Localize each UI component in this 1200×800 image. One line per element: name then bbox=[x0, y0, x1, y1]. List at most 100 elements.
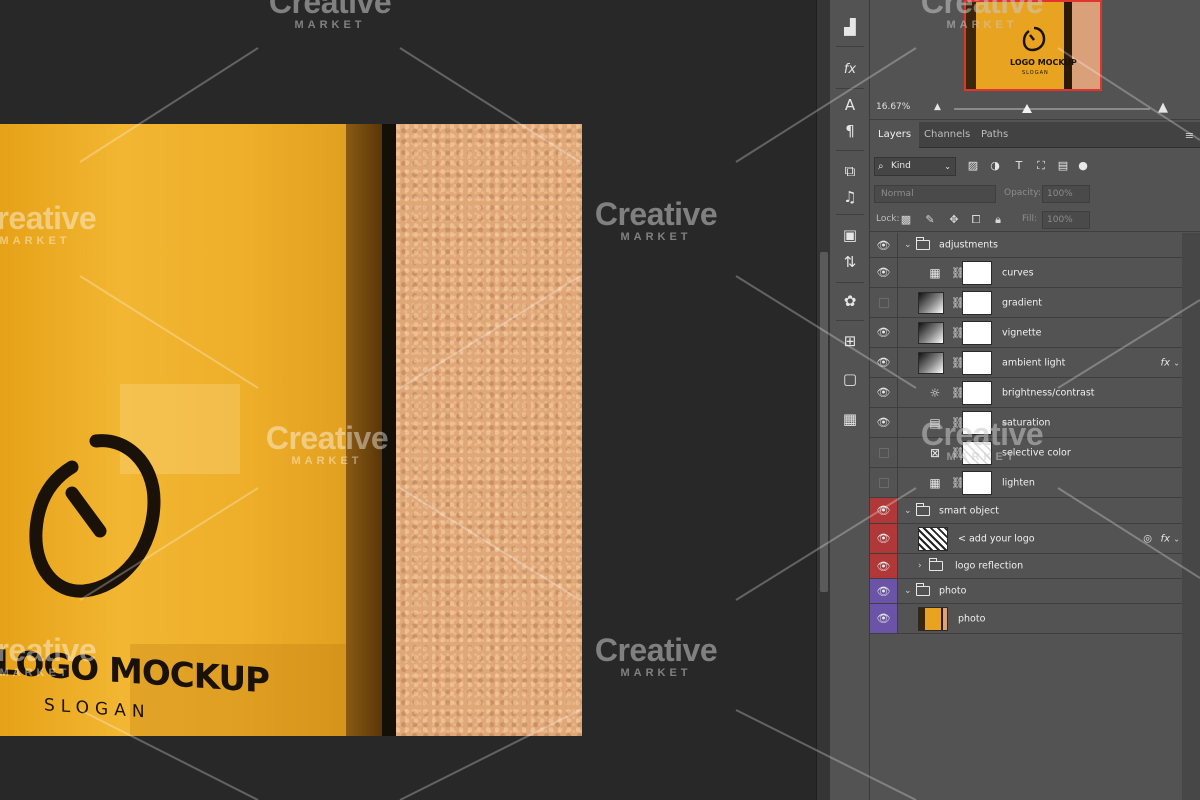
zoom-slider-handle[interactable] bbox=[1022, 104, 1032, 113]
filter-adjustment-icon[interactable]: ◑ bbox=[988, 158, 1002, 174]
layer-name: smart object bbox=[939, 505, 999, 516]
eye-icon[interactable]: 👁︎ bbox=[870, 524, 898, 553]
zoom-out-icon[interactable]: ▲ bbox=[934, 102, 941, 112]
navigator-preview[interactable]: LOGO MOCKUP SLOGAN bbox=[964, 0, 1102, 91]
document-image[interactable]: LOGO MOCKUP SLOGAN CreativeMARKET Creati… bbox=[0, 124, 582, 736]
folder-icon bbox=[916, 583, 930, 596]
layer-row[interactable]: ⛓︎ gradient bbox=[870, 288, 1182, 318]
layer-name: gradient bbox=[1002, 297, 1043, 308]
layer-row[interactable]: 👁︎ ▤ ⛓︎ saturation bbox=[870, 408, 1182, 438]
filter-shape-icon[interactable]: ⛶ bbox=[1034, 158, 1048, 174]
visibility-toggle[interactable] bbox=[870, 438, 898, 467]
eye-icon[interactable]: 👁︎ bbox=[870, 318, 898, 347]
eye-icon[interactable]: 👁︎ bbox=[870, 348, 898, 377]
zoom-slider-track[interactable] bbox=[954, 108, 1150, 110]
panel-menu-icon[interactable]: ≡ bbox=[1185, 129, 1194, 142]
filter-toggle-icon[interactable]: ● bbox=[1076, 158, 1090, 174]
folder-icon bbox=[916, 237, 930, 250]
gradient-thumbnail bbox=[918, 351, 944, 374]
layers-scrollbar[interactable] bbox=[1182, 233, 1200, 800]
layer-mask-thumbnail[interactable] bbox=[962, 290, 992, 315]
visibility-toggle[interactable] bbox=[870, 468, 898, 497]
zoom-level[interactable]: 16.67% bbox=[876, 102, 910, 112]
canvas-scrollbar[interactable] bbox=[816, 0, 830, 800]
opacity-input[interactable]: 100% bbox=[1042, 185, 1090, 203]
lock-move-icon[interactable]: ✥ bbox=[946, 211, 962, 229]
chevron-down-icon[interactable]: ⌄ bbox=[1173, 534, 1180, 543]
layer-row[interactable]: 👁︎ photo bbox=[870, 604, 1182, 634]
lock-transparent-icon[interactable]: ▩ bbox=[898, 211, 914, 229]
layer-mask-thumbnail[interactable] bbox=[962, 440, 992, 465]
tab-channels[interactable]: Channels bbox=[916, 122, 978, 148]
layer-mask-thumbnail[interactable] bbox=[962, 350, 992, 375]
adjustments-icon[interactable]: ⊞ bbox=[838, 330, 862, 352]
layer-name: lighten bbox=[1002, 477, 1035, 488]
layer-row[interactable]: 👁︎ ⛓︎ vignette bbox=[870, 318, 1182, 348]
fx-icon[interactable]: fx bbox=[1161, 357, 1170, 368]
fx-icon[interactable]: fx bbox=[838, 58, 862, 80]
layer-mask-thumbnail[interactable] bbox=[962, 380, 992, 405]
layer-row[interactable]: 👁︎ ☼ ⛓︎ brightness/contrast bbox=[870, 378, 1182, 408]
thumb-logo-icon bbox=[1022, 26, 1046, 52]
chevron-right-icon[interactable]: › bbox=[918, 561, 922, 571]
layer-row[interactable]: 👁︎ ⌄ photo bbox=[870, 579, 1182, 604]
eye-icon[interactable]: 👁︎ bbox=[870, 604, 898, 633]
zoom-in-icon[interactable]: ▲ bbox=[1158, 100, 1168, 115]
color-palette-icon[interactable]: ✿ bbox=[838, 290, 862, 312]
smart-object-thumbnail[interactable] bbox=[918, 526, 948, 551]
layer-name: curves bbox=[1002, 267, 1034, 278]
eye-icon[interactable]: 👁︎ bbox=[870, 579, 898, 603]
layer-row[interactable]: 👁︎ › logo reflection bbox=[870, 554, 1182, 579]
tab-paths[interactable]: Paths bbox=[973, 122, 1016, 148]
layer-row[interactable]: 👁︎ ⌄ adjustments bbox=[870, 233, 1182, 258]
eye-icon[interactable]: 👁︎ bbox=[870, 554, 898, 578]
visibility-toggle[interactable] bbox=[870, 288, 898, 317]
paragraph-icon[interactable]: ¶ bbox=[838, 120, 862, 142]
folder-icon bbox=[929, 558, 943, 571]
layer-mask-thumbnail[interactable] bbox=[962, 470, 992, 495]
eye-icon[interactable]: 👁︎ bbox=[870, 378, 898, 407]
filter-pixel-icon[interactable]: ▨ bbox=[966, 158, 980, 174]
eye-icon[interactable]: 👁︎ bbox=[870, 408, 898, 437]
glyphs-icon[interactable]: ♫ bbox=[838, 186, 862, 208]
chevron-down-icon[interactable]: ⌄ bbox=[904, 586, 912, 596]
eye-icon[interactable]: 👁︎ bbox=[870, 258, 898, 287]
histogram-icon[interactable]: ▟ bbox=[838, 16, 862, 38]
lock-paint-icon[interactable]: ✎ bbox=[922, 211, 938, 229]
clone-source-icon[interactable]: ⧉ bbox=[838, 160, 862, 182]
fill-input[interactable]: 100% bbox=[1042, 211, 1090, 229]
lock-artboard-icon[interactable]: ⧠ bbox=[968, 211, 984, 229]
visibility-off-box bbox=[878, 477, 889, 488]
eye-icon[interactable]: 👁︎ bbox=[870, 498, 898, 523]
layer-row[interactable]: 👁︎ ▦ ⛓︎ curves bbox=[870, 258, 1182, 288]
image-icon[interactable]: ▣ bbox=[838, 224, 862, 246]
layer-row[interactable]: 👁︎ ⛓︎ ambient light fx ⌄ bbox=[870, 348, 1182, 378]
filter-kind-select[interactable]: ⌕ Kind ⌄ bbox=[874, 157, 956, 176]
character-icon[interactable]: A bbox=[838, 94, 862, 116]
history-icon[interactable]: ⇅ bbox=[838, 251, 862, 273]
layer-mask-thumbnail[interactable] bbox=[962, 320, 992, 345]
layer-row[interactable]: ▦ ⛓︎ lighten bbox=[870, 468, 1182, 498]
visibility-off-box bbox=[878, 297, 889, 308]
swatch-icon[interactable]: ▢ bbox=[838, 368, 862, 390]
tab-layers[interactable]: Layers bbox=[870, 122, 920, 148]
photo-thumbnail[interactable] bbox=[918, 606, 948, 631]
layer-row[interactable]: ⊠ ⛓︎ selective color bbox=[870, 438, 1182, 468]
canvas-area[interactable]: LOGO MOCKUP SLOGAN CreativeMARKET Creati… bbox=[0, 0, 816, 800]
layer-row[interactable]: 👁︎ ⌄ smart object bbox=[870, 498, 1182, 524]
scrollbar-thumb[interactable] bbox=[820, 252, 828, 592]
layer-mask-thumbnail[interactable] bbox=[962, 410, 992, 435]
blend-mode-select[interactable]: Normal bbox=[874, 185, 996, 203]
panel-icon-strip: ▟ fx A ¶ ⧉ ♫ ▣ ⇅ ✿ ⊞ ▢ ▦ bbox=[830, 0, 870, 800]
eye-icon[interactable]: 👁︎ bbox=[870, 233, 898, 257]
layer-mask-thumbnail[interactable] bbox=[962, 260, 992, 285]
chevron-down-icon[interactable]: ⌄ bbox=[904, 240, 912, 250]
filter-type-icon[interactable]: T bbox=[1012, 158, 1026, 174]
layer-row[interactable]: 👁︎ < add your logo ◎ fx ⌄ bbox=[870, 524, 1182, 554]
chevron-down-icon[interactable]: ⌄ bbox=[904, 506, 912, 516]
chevron-down-icon[interactable]: ⌄ bbox=[1173, 358, 1180, 367]
lock-all-icon[interactable]: 🔒︎ bbox=[990, 211, 1006, 229]
filter-smart-object-icon[interactable]: ▤ bbox=[1056, 158, 1070, 174]
table-icon[interactable]: ▦ bbox=[838, 408, 862, 430]
fx-icon[interactable]: fx bbox=[1161, 533, 1170, 544]
